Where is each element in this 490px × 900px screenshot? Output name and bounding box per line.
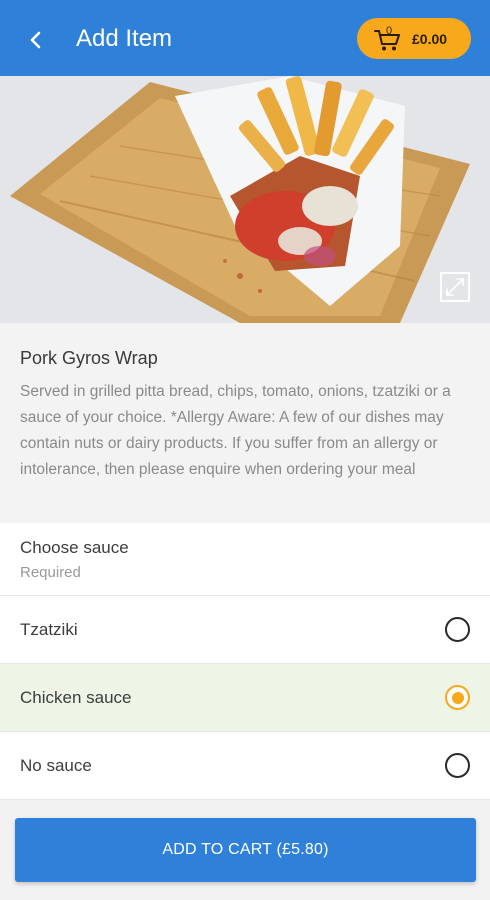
item-info: Pork Gyros Wrap Served in grilled pitta … <box>0 323 490 523</box>
radio-selected-icon[interactable] <box>445 685 470 710</box>
option-label: Chicken sauce <box>20 688 132 707</box>
sauce-option-chicken-sauce[interactable]: Chicken sauce <box>0 664 490 732</box>
option-label: Tzatziki <box>20 620 78 639</box>
sauce-option-no-sauce[interactable]: No sauce <box>0 732 490 800</box>
sauce-option-tzatziki[interactable]: Tzatziki <box>0 596 490 664</box>
back-button[interactable] <box>18 22 54 58</box>
expand-image-button[interactable] <box>440 272 470 302</box>
radio-unselected-icon[interactable] <box>445 753 470 778</box>
page-title: Add Item <box>76 25 173 52</box>
cart-total: £0.00 <box>412 31 448 47</box>
item-photo <box>0 76 490 323</box>
cart-button[interactable]: 0 £0.00 <box>357 18 471 59</box>
section-title: Choose sauce <box>20 538 129 557</box>
choose-sauce-header: Choose sauce Required <box>0 523 490 596</box>
expand-icon <box>446 278 464 296</box>
app-bar: Add Item 0 £0.00 <box>0 0 490 76</box>
item-description: Served in grilled pitta bread, chips, to… <box>20 383 451 478</box>
item-name: Pork Gyros Wrap <box>20 348 158 368</box>
radio-unselected-icon[interactable] <box>445 617 470 642</box>
cart-count-badge: 0 <box>386 25 393 37</box>
add-to-cart-button[interactable]: ADD TO CART (£5.80) <box>15 818 476 882</box>
option-label: No sauce <box>20 756 92 775</box>
required-label: Required <box>20 564 81 581</box>
chevron-left-icon <box>30 31 41 49</box>
